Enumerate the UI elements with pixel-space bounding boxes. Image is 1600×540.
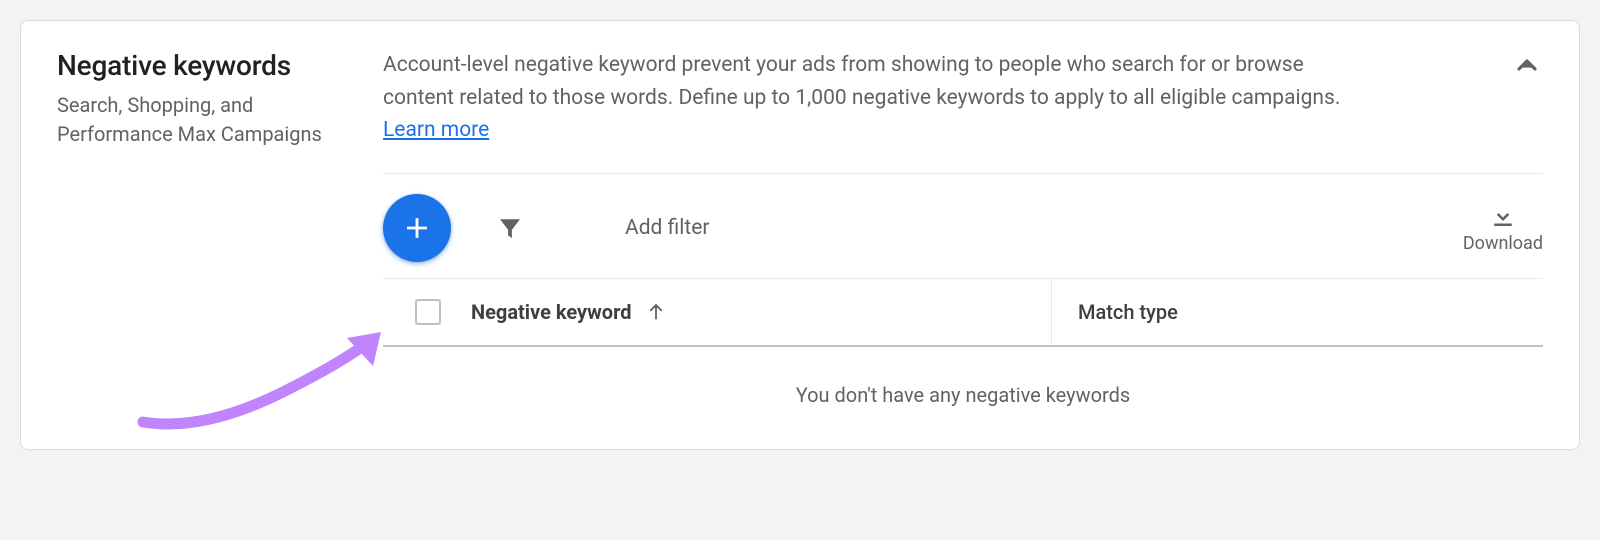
column-header-match-type[interactable]: Match type (1052, 300, 1178, 324)
add-keyword-button[interactable] (383, 194, 451, 262)
sort-ascending-icon (645, 301, 667, 323)
filter-icon (495, 213, 525, 243)
empty-state-message: You don't have any negative keywords (383, 347, 1543, 417)
column-keyword-label: Negative keyword (471, 300, 631, 324)
plus-icon (400, 211, 434, 245)
toolbar: Add filter Download (383, 173, 1543, 278)
section-header: Negative keywords Search, Shopping, and … (57, 49, 347, 417)
filter-button[interactable] (495, 213, 525, 243)
download-button[interactable]: Download (1463, 201, 1543, 254)
collapse-button[interactable] (1511, 49, 1543, 85)
learn-more-link[interactable]: Learn more (383, 118, 489, 142)
select-all-checkbox[interactable] (415, 299, 441, 325)
section-description: Account-level negative keyword prevent y… (383, 49, 1363, 147)
column-header-keyword[interactable]: Negative keyword (471, 300, 1051, 324)
chevron-up-icon (1511, 49, 1543, 81)
section-subtitle: Search, Shopping, and Performance Max Ca… (57, 91, 347, 149)
description-text: Account-level negative keyword prevent y… (383, 53, 1340, 110)
download-icon (1488, 201, 1518, 231)
section-title: Negative keywords (57, 49, 347, 83)
table-header-row: Negative keyword Match type (383, 278, 1543, 347)
download-label: Download (1463, 233, 1543, 254)
negative-keywords-card: Negative keywords Search, Shopping, and … (20, 20, 1580, 450)
section-body: Account-level negative keyword prevent y… (383, 49, 1543, 417)
add-filter-button[interactable]: Add filter (625, 216, 709, 240)
